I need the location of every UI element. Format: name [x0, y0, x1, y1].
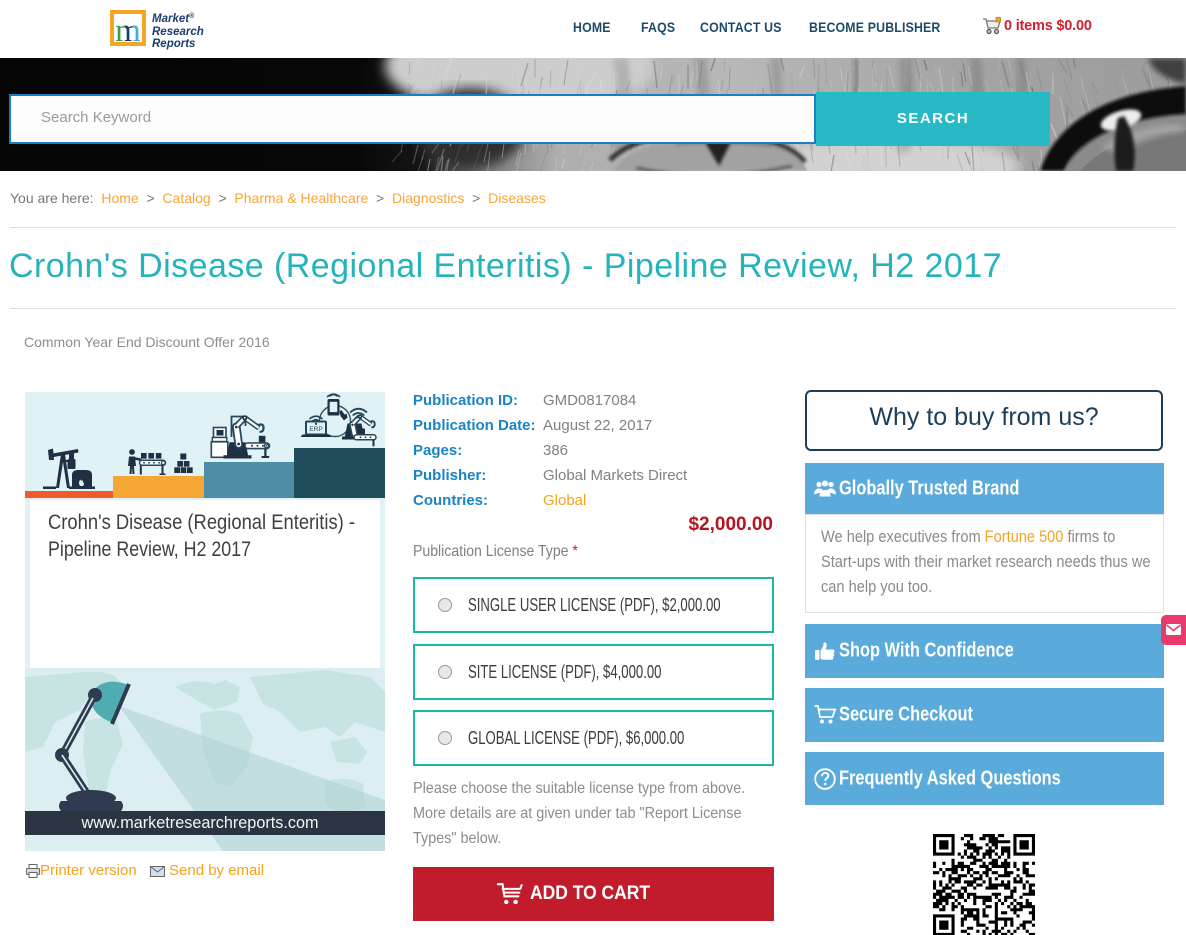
svg-text:m: m: [115, 13, 141, 46]
svg-text:ERP: ERP: [309, 426, 322, 433]
svg-text:Crohn's Disease (Regional Ente: Crohn's Disease (Regional Enteritis) -: [48, 511, 355, 534]
svg-text:Pipeline Review, H2 2017: Pipeline Review, H2 2017: [48, 538, 251, 561]
svg-text:www.marketresearchreports.com: www.marketresearchreports.com: [81, 813, 319, 832]
